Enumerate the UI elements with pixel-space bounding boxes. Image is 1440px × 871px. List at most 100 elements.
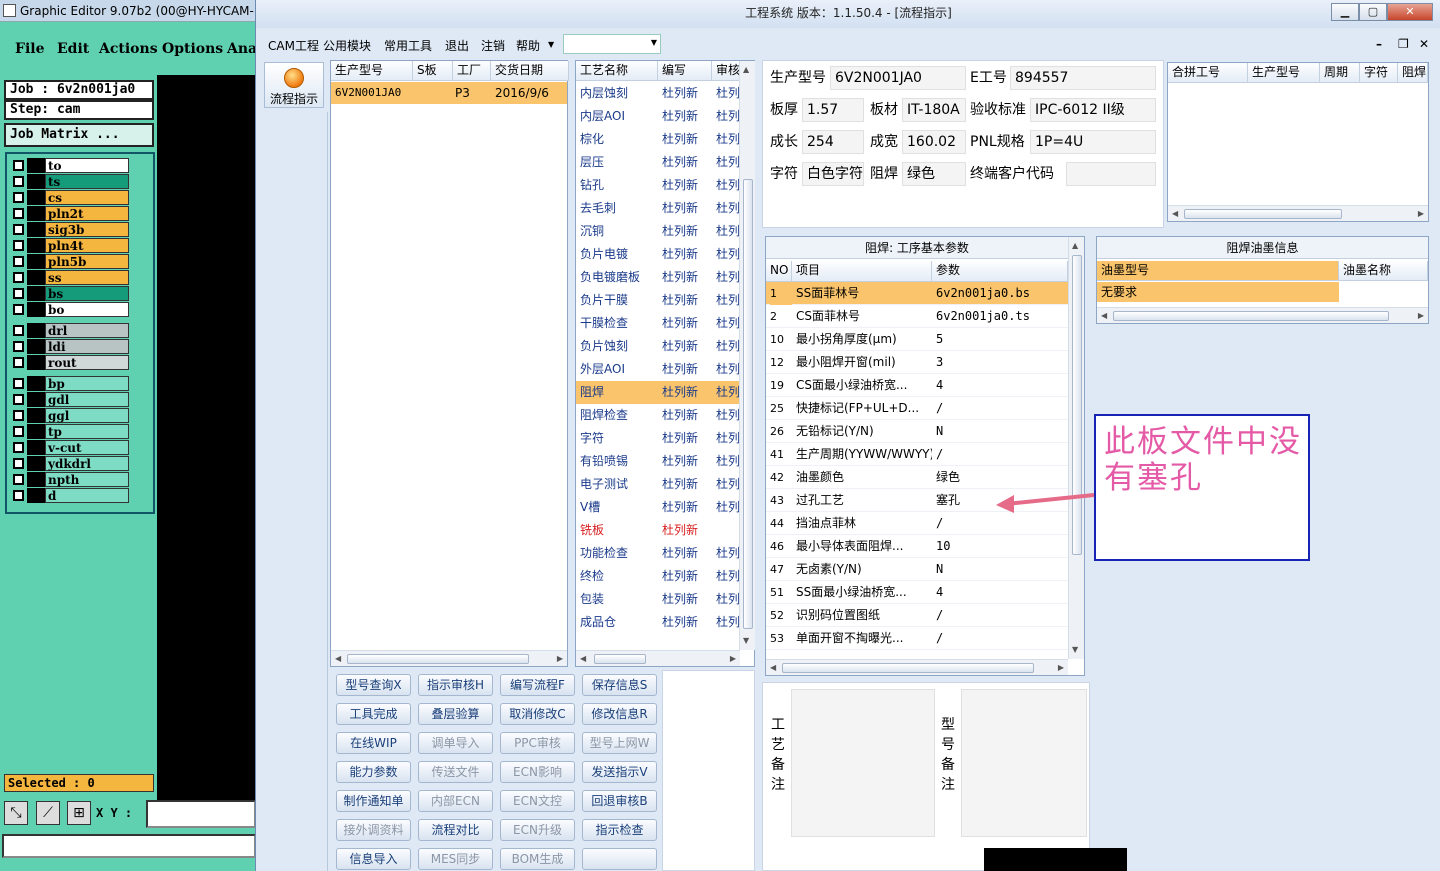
table-row[interactable]: 1 SS面菲林号 6v2n001ja0.bs bbox=[766, 282, 1068, 305]
table-row[interactable]: 41 生产周期(YYWW/WWYY) / bbox=[766, 443, 1068, 466]
arrow-left-icon[interactable]: ◀ bbox=[1101, 311, 1107, 321]
layer-checkbox[interactable] bbox=[13, 272, 24, 283]
layer-checkbox[interactable] bbox=[13, 176, 24, 187]
layer-row-bp[interactable]: bp bbox=[10, 376, 129, 391]
action-button-5-1[interactable]: 流程对比 bbox=[418, 819, 493, 841]
layer-checkbox[interactable] bbox=[13, 288, 24, 299]
material-value[interactable]: IT-180A bbox=[902, 98, 966, 122]
layer-checkbox[interactable] bbox=[13, 224, 24, 235]
layer-checkbox[interactable] bbox=[13, 394, 24, 405]
table-row[interactable]: 6V2N001JA0 P3 2016/9/6 bbox=[331, 82, 567, 104]
length-value[interactable]: 254 bbox=[802, 130, 864, 154]
col-process-name[interactable]: 工艺名称 bbox=[576, 61, 658, 81]
action-button-0-2[interactable]: 编写流程F bbox=[500, 674, 575, 696]
flow-indicator-nav-button[interactable]: 流程指示 bbox=[264, 62, 324, 108]
table-row[interactable]: 沉铜 杜列新 杜列 bbox=[576, 220, 740, 243]
menu-analysis[interactable]: Ana bbox=[227, 41, 257, 57]
layer-row-gdl[interactable]: gdl bbox=[10, 392, 129, 407]
layer-checkbox[interactable] bbox=[13, 490, 24, 501]
action-button-6-3[interactable] bbox=[582, 848, 657, 870]
table-row[interactable]: 51 SS面最小绿油桥宽... 4 bbox=[766, 581, 1068, 604]
layer-row-tp[interactable]: tp bbox=[10, 424, 129, 439]
action-button-0-3[interactable]: 保存信息S bbox=[582, 674, 657, 696]
table-row[interactable]: 去毛刺 杜列新 杜列 bbox=[576, 197, 740, 220]
action-button-1-1[interactable]: 叠层验算 bbox=[418, 703, 493, 725]
col-character[interactable]: 字符 bbox=[1360, 63, 1398, 83]
menu-help[interactable]: 帮助 bbox=[516, 37, 540, 54]
arrow-right-icon[interactable]: ▶ bbox=[557, 654, 563, 664]
model-value[interactable]: 6V2N001JA0 bbox=[830, 66, 966, 90]
table-row[interactable]: 干膜检查 杜列新 杜列 bbox=[576, 312, 740, 335]
arrow-right-icon[interactable]: ▶ bbox=[730, 654, 736, 664]
minimize-button[interactable]: ▁ bbox=[1331, 3, 1359, 21]
menu-common-modules[interactable]: 公用模块 bbox=[323, 37, 371, 54]
arrow-left-icon[interactable]: ◀ bbox=[1172, 209, 1178, 219]
table-row[interactable]: 47 无卤素(Y/N) N bbox=[766, 558, 1068, 581]
action-button-3-2[interactable]: ECN影响 bbox=[500, 761, 575, 783]
menu-tools[interactable]: 常用工具 bbox=[384, 37, 432, 54]
layer-row-v-cut[interactable]: v-cut bbox=[10, 440, 129, 455]
col-oil-model[interactable]: 油墨型号 bbox=[1097, 261, 1339, 281]
close-button[interactable]: ✕ bbox=[1387, 3, 1433, 21]
action-button-4-0[interactable]: 制作通知单 bbox=[336, 790, 411, 812]
scroll-thumb[interactable] bbox=[1184, 209, 1342, 219]
layer-row-bs[interactable]: bs bbox=[10, 286, 129, 301]
scroll-thumb[interactable] bbox=[594, 654, 646, 664]
table-row[interactable]: 字符 杜列新 杜列 bbox=[576, 427, 740, 450]
action-button-6-1[interactable]: MES同步 bbox=[418, 848, 493, 870]
standard-value[interactable]: IPC-6012 II级 bbox=[1030, 98, 1156, 122]
menu-options[interactable]: Options bbox=[162, 41, 223, 57]
table-row[interactable]: 钻孔 杜列新 杜列 bbox=[576, 174, 740, 197]
layer-row-ts[interactable]: ts bbox=[10, 174, 129, 189]
dropdown-arrow-icon[interactable]: ▼ bbox=[548, 40, 554, 49]
layer-checkbox[interactable] bbox=[13, 341, 24, 352]
table-row[interactable]: 铣板 杜列新 bbox=[576, 519, 740, 542]
table-row[interactable]: 负电镀磨板 杜列新 杜列 bbox=[576, 266, 740, 289]
menu-cam[interactable]: CAM工程 bbox=[268, 37, 319, 54]
table-row[interactable]: 棕化 杜列新 杜列 bbox=[576, 128, 740, 151]
layer-checkbox[interactable] bbox=[13, 256, 24, 267]
table-row[interactable]: 终检 杜列新 杜列 bbox=[576, 565, 740, 588]
grid-icon[interactable]: ⊞ bbox=[67, 801, 91, 825]
table-row[interactable]: 功能检查 杜列新 杜列 bbox=[576, 542, 740, 565]
col-factory[interactable]: 工厂 bbox=[453, 61, 491, 81]
customer-code-value[interactable] bbox=[1066, 162, 1156, 186]
arrow-up-icon[interactable]: ▲ bbox=[743, 65, 749, 75]
table-row[interactable]: 负片蚀刻 杜列新 杜列 bbox=[576, 335, 740, 358]
action-button-4-3[interactable]: 回退审核B bbox=[582, 790, 657, 812]
action-button-5-3[interactable]: 指示检查 bbox=[582, 819, 657, 841]
menu-exit[interactable]: 退出 bbox=[445, 37, 469, 54]
layer-row-drl[interactable]: drl bbox=[10, 323, 129, 338]
arrow-left-icon[interactable]: ◀ bbox=[580, 654, 586, 664]
graphics-canvas[interactable] bbox=[157, 75, 257, 800]
layer-row-pln4t[interactable]: pln4t bbox=[10, 238, 129, 253]
menu-edit[interactable]: Edit bbox=[57, 41, 89, 57]
combine-hscrollbar[interactable]: ◀ ▶ bbox=[1168, 205, 1428, 221]
layer-row-ggl[interactable]: ggl bbox=[10, 408, 129, 423]
pnl-value[interactable]: 1P=4U bbox=[1030, 130, 1156, 154]
action-button-5-2[interactable]: ECN升级 bbox=[500, 819, 575, 841]
action-button-2-0[interactable]: 在线WIP bbox=[336, 732, 411, 754]
col-item[interactable]: 项目 bbox=[792, 261, 932, 282]
table-row[interactable]: 阻焊 杜列新 杜列 bbox=[576, 381, 740, 404]
layer-checkbox[interactable] bbox=[13, 378, 24, 389]
scroll-thumb[interactable] bbox=[1113, 311, 1389, 321]
arrow-down-icon[interactable]: ▼ bbox=[1072, 645, 1078, 655]
table-row[interactable]: 外层AOI 杜列新 杜列 bbox=[576, 358, 740, 381]
table-row[interactable]: 负片电镀 杜列新 杜列 bbox=[576, 243, 740, 266]
xy-input[interactable] bbox=[146, 800, 256, 828]
layer-checkbox[interactable] bbox=[13, 325, 24, 336]
mdi-restore-icon[interactable]: ❐ bbox=[1398, 37, 1409, 51]
layer-row-to[interactable]: to bbox=[10, 158, 129, 173]
width-value[interactable]: 160.02 bbox=[902, 130, 966, 154]
action-button-4-2[interactable]: ECN文控 bbox=[500, 790, 575, 812]
layer-checkbox[interactable] bbox=[13, 442, 24, 453]
table-row[interactable]: 阻焊检查 杜列新 杜列 bbox=[576, 404, 740, 427]
table-row[interactable]: 52 识别码位置图纸 / bbox=[766, 604, 1068, 627]
table-row[interactable]: 53 单面开窗不掏曝光... / bbox=[766, 627, 1068, 650]
layer-row-pln2t[interactable]: pln2t bbox=[10, 206, 129, 221]
layer-row-pln5b[interactable]: pln5b bbox=[10, 254, 129, 269]
col-writer[interactable]: 编写 bbox=[658, 61, 712, 81]
menu-actions[interactable]: Actions bbox=[99, 41, 158, 57]
action-button-2-2[interactable]: PPC审核 bbox=[500, 732, 575, 754]
